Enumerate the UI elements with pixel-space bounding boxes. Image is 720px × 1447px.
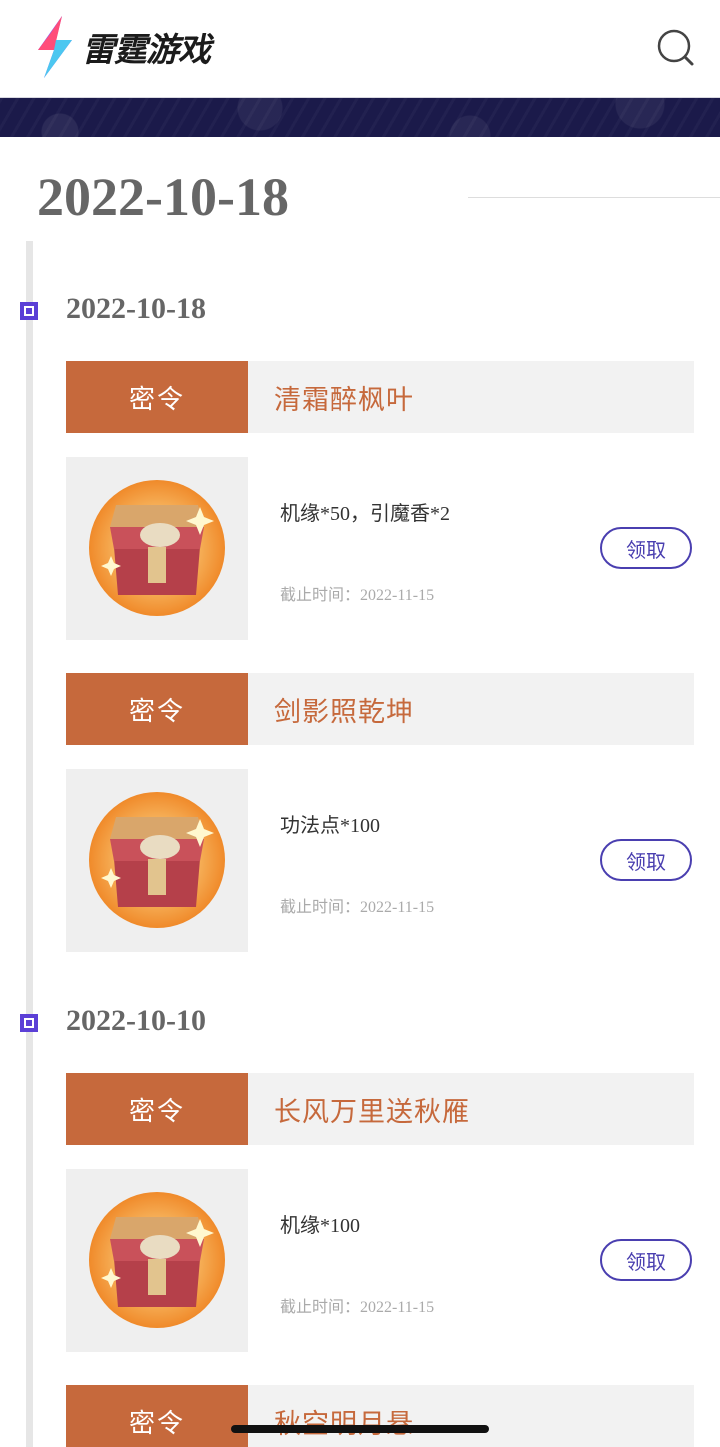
bolt-logo-icon: [38, 16, 72, 78]
code-bar: 密令 长风万里送秋雁: [66, 1073, 694, 1145]
treasure-chest-icon: [89, 480, 225, 616]
header-banner: [0, 97, 720, 137]
home-indicator[interactable]: [231, 1425, 489, 1433]
deadline-text: 截止时间：2022-11-15: [280, 899, 435, 916]
treasure-chest-image: [66, 769, 248, 952]
code-tag: 密令: [66, 361, 248, 433]
code-tag: 密令: [66, 1073, 248, 1145]
treasure-chest-image: [66, 457, 248, 640]
treasure-chest-icon: [89, 792, 225, 928]
reward-text: 机缘*50，引魔香*2: [280, 503, 450, 525]
code-text[interactable]: 秋空明月悬: [274, 1385, 414, 1447]
reward-card: 功法点*100 截止时间：2022-11-15 领取: [66, 769, 694, 952]
code-text[interactable]: 剑影照乾坤: [274, 673, 414, 745]
timeline-marker: [20, 302, 38, 320]
code-bar: 密令 清霜醉枫叶: [66, 361, 694, 433]
timeline-line: [26, 241, 33, 1447]
group-date: 2022-10-10: [66, 1004, 206, 1037]
reward-card: 机缘*50，引魔香*2 截止时间：2022-11-15 领取: [66, 457, 694, 640]
page-title: 2022-10-18: [37, 167, 289, 227]
code-tag: 密令: [66, 673, 248, 745]
header: 雷霆游戏: [0, 0, 720, 97]
title-divider: [468, 197, 720, 198]
code-tag: 密令: [66, 1385, 248, 1447]
code-bar: 密令 秋空明月悬: [66, 1385, 694, 1447]
timeline-marker: [20, 1014, 38, 1032]
claim-button[interactable]: 领取: [600, 839, 692, 881]
treasure-chest-image: [66, 1169, 248, 1352]
search-icon[interactable]: [656, 28, 696, 68]
claim-button[interactable]: 领取: [600, 527, 692, 569]
code-text[interactable]: 清霜醉枫叶: [274, 361, 414, 433]
code-text[interactable]: 长风万里送秋雁: [274, 1073, 470, 1145]
logo-text: 雷霆游戏: [82, 30, 211, 69]
claim-button[interactable]: 领取: [600, 1239, 692, 1281]
code-bar: 密令 剑影照乾坤: [66, 673, 694, 745]
deadline-text: 截止时间：2022-11-15: [280, 1299, 435, 1316]
reward-card: 机缘*100 截止时间：2022-11-15 领取: [66, 1169, 694, 1352]
treasure-chest-icon: [89, 1192, 225, 1328]
site-logo[interactable]: 雷霆游戏: [34, 16, 211, 78]
deadline-text: 截止时间：2022-11-15: [280, 587, 435, 604]
group-date: 2022-10-18: [66, 292, 206, 325]
reward-text: 机缘*100: [280, 1215, 360, 1237]
reward-text: 功法点*100: [280, 815, 380, 837]
